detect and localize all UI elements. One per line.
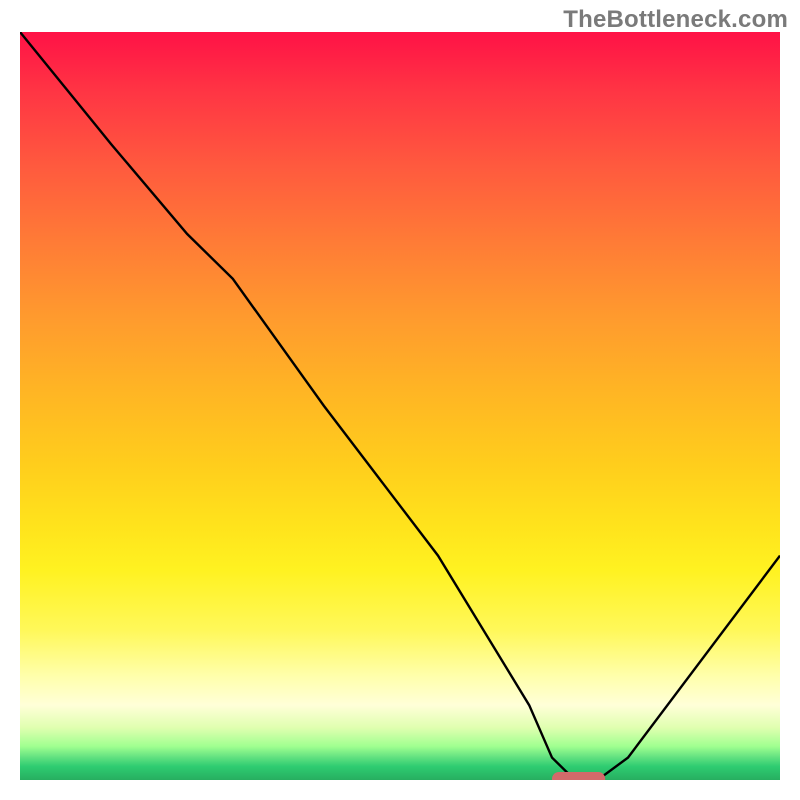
chart-container: TheBottleneck.com [0,0,800,800]
bottleneck-curve [20,32,780,780]
curve-layer [20,32,780,780]
plot-area [20,32,780,780]
optimal-marker [552,772,605,780]
watermark-label: TheBottleneck.com [563,6,788,34]
